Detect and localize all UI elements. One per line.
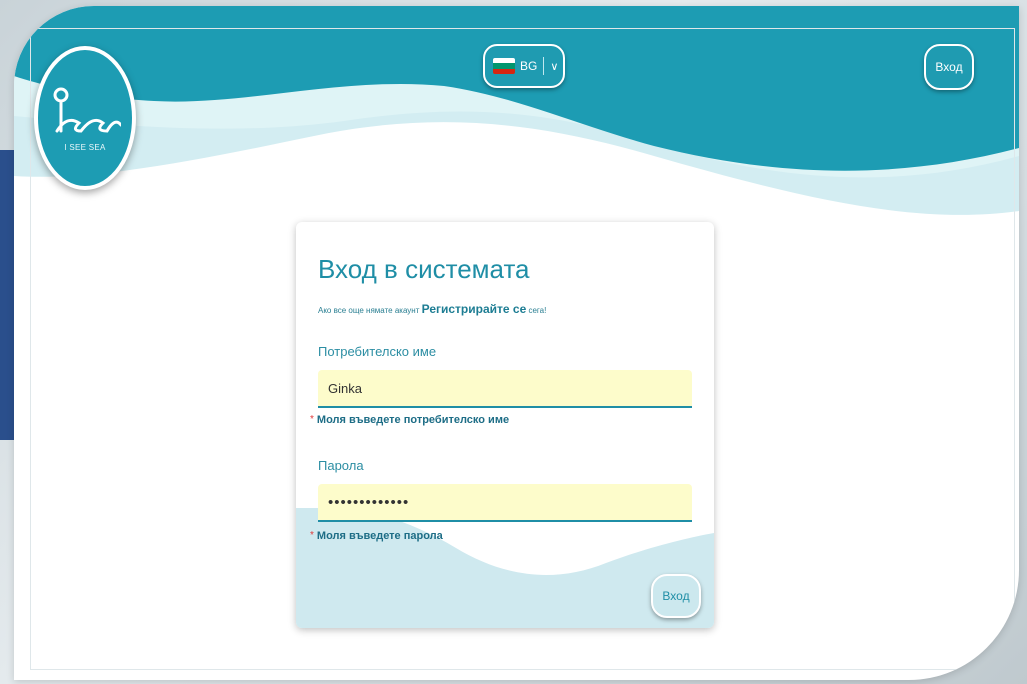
- register-prompt-suffix: сега!: [528, 306, 547, 315]
- login-card: Вход в системата Ако все още нямате акау…: [296, 222, 714, 628]
- username-error: * Моля въведете потребителско име: [310, 414, 510, 426]
- language-selector[interactable]: BG ∨: [483, 44, 565, 88]
- password-error-text: Моля въведете парола: [316, 530, 443, 542]
- language-divider: [543, 57, 545, 75]
- header-wave-background: [14, 6, 1019, 215]
- login-submit-button[interactable]: Вход: [651, 574, 701, 618]
- i-see-sea-logo[interactable]: I SEE SEA: [34, 46, 136, 190]
- register-prompt-prefix: Ако все още нямате акаунт: [318, 306, 420, 315]
- page-title: Вход в системата: [318, 254, 530, 284]
- language-code: BG: [520, 59, 538, 73]
- bulgaria-flag-icon: [493, 58, 515, 74]
- card-wave-background: [296, 508, 714, 628]
- username-field[interactable]: Ginka: [318, 370, 692, 408]
- register-link[interactable]: Регистрирайте се: [422, 302, 527, 316]
- chevron-down-icon: ∨: [550, 60, 559, 73]
- app-window: I SEE SEA BG ∨ Вход Вход в системата Ако…: [14, 6, 1019, 680]
- logo-mark-icon: [53, 87, 121, 133]
- password-label: Парола: [318, 458, 364, 473]
- header-login-button[interactable]: Вход: [924, 44, 974, 90]
- password-field[interactable]: •••••••••••••: [318, 484, 692, 522]
- password-error: * Моля въведете парола: [310, 530, 443, 542]
- username-label: Потребителско име: [318, 344, 437, 359]
- logo-text: I SEE SEA: [64, 142, 106, 152]
- username-error-text: Моля въведете потребителско име: [316, 414, 510, 426]
- register-prompt: Ако все още нямате акаунт Регистрирайте …: [318, 302, 546, 316]
